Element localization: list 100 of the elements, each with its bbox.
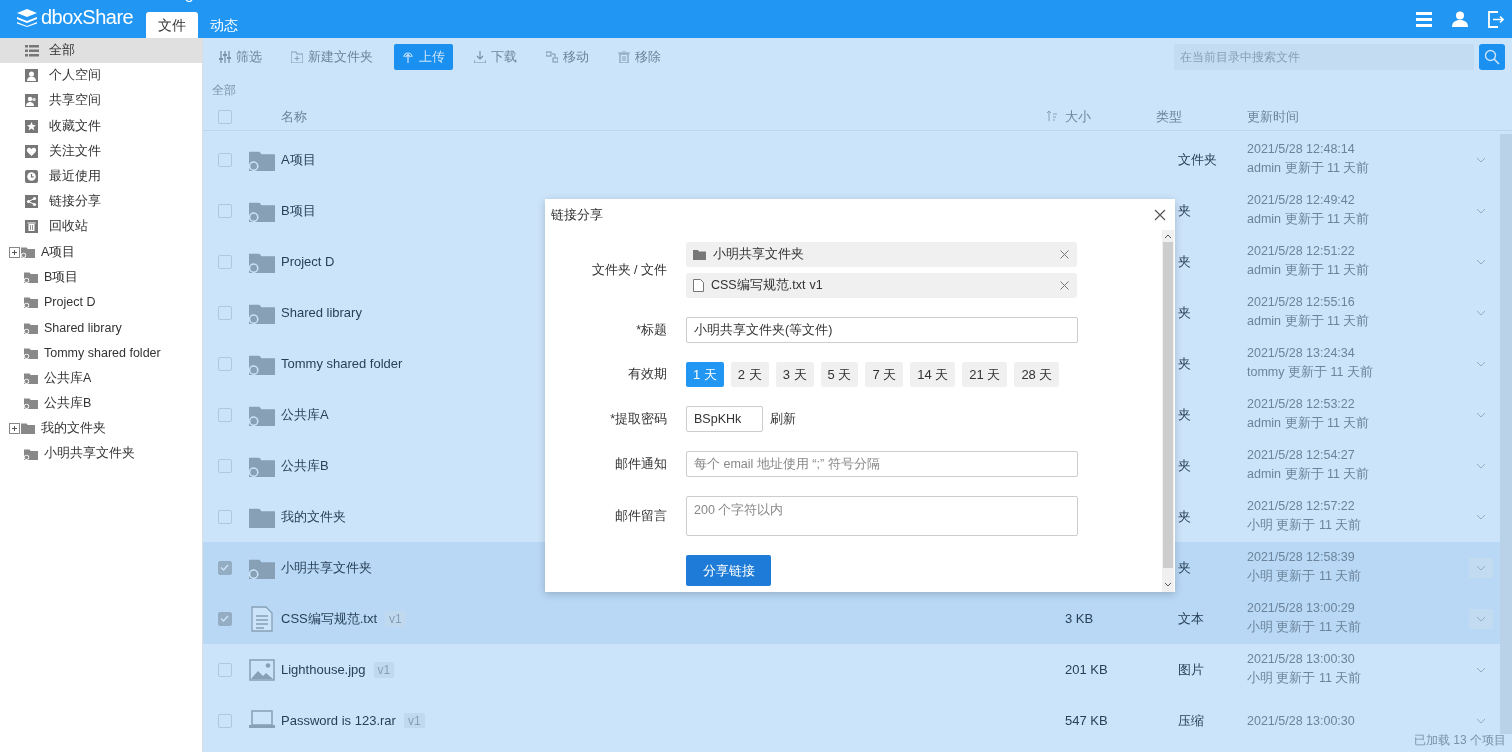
period-option[interactable]: 14 天 [910,362,956,387]
table-cell-text: tommy 更新于 11 天前 [1247,364,1374,381]
shared-folder-icon [24,271,38,284]
image-icon [249,658,275,681]
form-label: *提取密码 [609,410,667,428]
table-cell-text: 2021/5/28 12:48:14 [1247,142,1356,156]
table-cell: 图片 [1178,661,1204,677]
clock-icon [25,170,39,184]
sort-icon [1047,111,1057,121]
email-field[interactable]: 每个 email 地址使用 “;” 符号分隔 [686,451,1078,477]
close-button[interactable] [1154,208,1166,221]
share-icon [25,195,39,209]
share-link-button[interactable]: 分享链接 [686,555,771,586]
sidebar-item[interactable]: B项目 [0,264,202,290]
period-option[interactable]: 5 天 [820,362,859,387]
file-name-link[interactable]: 我的文件夹 [281,507,346,526]
table-cell-text: 2021/5/28 12:54:27 [1247,448,1356,462]
remove-button[interactable] [1060,281,1069,290]
table-cell-text: admin 更新于 11 天前 [1247,466,1371,483]
table-cell-text: 小明 更新于 11 天前 [1247,670,1363,687]
row-checkbox[interactable] [217,152,232,167]
file-chip: CSS编写规范.txt v1 [686,273,1077,298]
sidebar-item[interactable]: A项目 [0,239,202,265]
status-text: 已加载 13 个项目 [1414,731,1506,749]
table-cell: 文件夹 [1178,151,1217,167]
period-option[interactable]: 28 天 [1014,362,1060,387]
period-option[interactable]: 2 天 [730,362,769,387]
sidebar-item[interactable]: 回收站 [0,214,202,240]
list-icon [25,44,39,58]
title-field[interactable]: 小明共享文件夹(等文件) [686,317,1078,343]
sidebar-item[interactable]: Tommy shared folder [0,340,202,366]
message-field[interactable]: 200 个字符以内 [686,496,1078,536]
sidebar-item[interactable]: 全部 [0,38,202,64]
users-icon [25,94,39,108]
logout-icon [1488,10,1504,28]
sidebar-item[interactable]: Shared library [0,315,202,341]
row-checkbox[interactable] [217,611,232,626]
sidebar-item[interactable]: 收藏文件 [0,113,202,139]
file-name-link[interactable]: 公共库A [281,405,329,424]
period-option[interactable]: 21 天 [962,362,1008,387]
table-cell-text: 小明 更新于 11 天前 [1247,517,1363,534]
sidebar-item[interactable]: 公共库B [0,390,202,416]
checkmark-icon [220,615,229,622]
shared-folder-icon [24,397,38,410]
file-name-link[interactable]: Password is 123.rar [281,713,396,728]
row-checkbox[interactable] [217,203,232,218]
file-name-link[interactable]: Tommy shared folder [281,356,403,371]
form-label: 邮件留言 [614,507,667,525]
table-cell: 夹 [1178,355,1191,371]
sidebar-item[interactable]: 关注文件 [0,138,202,164]
search-button[interactable] [1479,44,1505,70]
row-checkbox[interactable] [217,254,232,269]
folder-plus-icon [291,51,303,63]
sidebar-item[interactable]: 我的文件夹 [0,415,202,441]
row-checkbox[interactable] [217,509,232,524]
logo-text: dboxShare [41,6,134,29]
expand-icon [9,422,20,434]
sidebar-item[interactable]: 个人空间 [0,63,202,89]
tab[interactable]: 文件 [146,12,198,38]
row-checkbox[interactable] [217,662,232,677]
stacked-boxes-logo-icon [17,8,37,27]
period-option[interactable]: 3 天 [775,362,814,387]
password-field[interactable]: BSpKHk [686,406,763,432]
row-checkbox[interactable] [217,458,232,473]
row-checkbox[interactable] [217,305,232,320]
select-all-checkbox[interactable] [217,110,232,124]
file-name-link[interactable]: CSS编写规范.txt [281,609,378,628]
file-name-link[interactable]: A项目 [281,150,316,169]
file-name-link[interactable]: Project D [281,254,335,269]
row-checkbox[interactable] [217,356,232,371]
trash-icon [618,51,630,63]
sidebar-item[interactable]: 公共库A [0,365,202,391]
table-cell-text: 2021/5/28 13:00:30 [1247,652,1356,666]
file-name-link[interactable]: 小明共享文件夹 [281,558,372,577]
sidebar-item[interactable]: 链接分享 [0,189,202,215]
sidebar-item[interactable]: 小明共享文件夹 [0,441,202,467]
period-option[interactable]: 7 天 [865,362,904,387]
row-menu-button[interactable] [1469,557,1493,578]
file-name-link[interactable]: 公共库B [281,456,329,475]
table-cell: 夹 [1178,304,1191,320]
document-icon [693,279,704,292]
sidebar-item[interactable]: 共享空间 [0,88,202,114]
table-cell-text: 2021/5/28 12:57:22 [1247,499,1356,513]
sidebar-item[interactable]: Project D [0,289,202,316]
table-cell-text: 2021/5/28 12:58:39 [1247,550,1356,564]
heart-icon [25,144,39,158]
refresh-link[interactable]: 刷新 [770,410,796,428]
file-name-link[interactable]: B项目 [281,201,316,220]
sidebar-item[interactable]: 最近使用 [0,163,202,190]
move-icon [546,51,558,63]
row-checkbox[interactable] [217,560,232,575]
row-checkbox[interactable] [217,713,232,728]
table-cell-text: 2021/5/28 13:00:30 [1247,713,1356,728]
user-icon [1452,11,1468,27]
table-cell: 547 KB [1065,713,1108,728]
row-checkbox[interactable] [217,407,232,422]
file-name-link[interactable]: Lighthouse.jpg [281,662,366,677]
row-menu-button[interactable] [1469,608,1493,629]
file-name-link[interactable]: Shared library [281,305,362,320]
remove-button[interactable] [1060,250,1069,259]
